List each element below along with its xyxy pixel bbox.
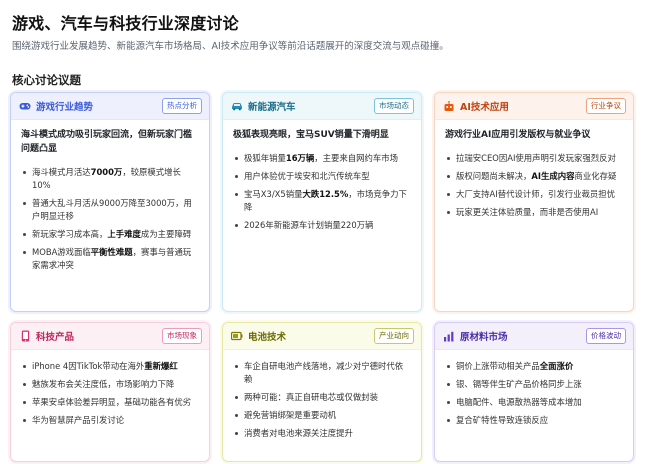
list-item: iPhone 4因TikTok带动在海外重新爆红: [21, 360, 199, 373]
card-headline: 游戏行业AI应用引发版权与就业争议: [445, 130, 591, 140]
card-header: 原材料市场 价格波动: [435, 323, 633, 350]
list-item: 华为智慧屏产品引发讨论: [21, 414, 199, 427]
list-item: 拉瑞安CEO因AI使用声明引发玩家强烈反对: [445, 152, 623, 165]
card-header: 新能源汽车 市场动态: [223, 93, 421, 120]
card-header: 科技产品 市场现象: [11, 323, 209, 350]
list-item: 用户体验优于埃安和北汽传统车型: [233, 170, 411, 183]
list-item: 玩家更关注体验质量，而非是否使用AI: [445, 206, 623, 219]
topic-card-raw-materials: 原材料市场 价格波动 铜价上涨带动相关产品全面涨价 银、镉等伴生矿产品价格同步上…: [434, 322, 634, 462]
robot-icon: [443, 100, 455, 112]
page-title: 游戏、汽车与科技行业深度讨论: [12, 14, 239, 33]
list-item: MOBA游戏面临平衡性难题，赛事与普通玩家需求冲突: [21, 246, 199, 272]
card-list: 极狐年销量16万辆，主要来自网约车市场 用户体验优于埃安和北汽传统车型 宝马X3…: [233, 152, 411, 232]
list-item: 新玩家学习成本高，上手难度成为主要障碍: [21, 228, 199, 241]
list-item: 复合矿特性导致连锁反应: [445, 414, 623, 427]
list-item: 海斗模式月活达7000万，较原模式增长10%: [21, 166, 199, 192]
gamepad-icon: [19, 100, 31, 112]
card-header: 电池技术 产业动向: [223, 323, 421, 350]
card-list: 海斗模式月活达7000万，较原模式增长10% 普通大乱斗月活从9000万降至30…: [21, 166, 199, 272]
list-item: 铜价上涨带动相关产品全面涨价: [445, 360, 623, 373]
card-tag: 市场现象: [162, 328, 202, 344]
card-title: 原材料市场: [460, 332, 508, 343]
card-title: 电池技术: [248, 332, 287, 343]
card-tag: 产业动向: [374, 328, 414, 344]
card-title: AI技术应用: [460, 102, 509, 113]
list-item: 普通大乱斗月活从9000万降至3000万，用户明显迁移: [21, 197, 199, 223]
car-icon: [231, 100, 243, 112]
list-item: 银、镉等伴生矿产品价格同步上涨: [445, 378, 623, 391]
topic-card-battery: 电池技术 产业动向 车企自研电池产线落地，减少对宁德时代依赖 两种可能：真正自研…: [222, 322, 422, 462]
list-item: 大厂支持AI替代设计师，引发行业裁员担忧: [445, 188, 623, 201]
card-headline: 海斗模式成功吸引玩家回流，但新玩家门槛问题凸显: [21, 130, 193, 154]
card-tag: 价格波动: [586, 328, 626, 344]
card-headline: 极狐表现亮眼，宝马SUV销量下滑明显: [233, 130, 389, 140]
card-header: AI技术应用 行业争议: [435, 93, 633, 120]
card-list: 铜价上涨带动相关产品全面涨价 银、镉等伴生矿产品价格同步上涨 电脑配件、电源散热…: [445, 360, 623, 427]
card-list: 车企自研电池产线落地，减少对宁德时代依赖 两种可能：真正自研电芯或仅做封装 避免…: [233, 360, 411, 440]
topic-card-tech-products: 科技产品 市场现象 iPhone 4因TikTok带动在海外重新爆红 魅族发布会…: [10, 322, 210, 462]
phone-icon: [19, 330, 31, 342]
section-title: 核心讨论议题: [12, 73, 81, 87]
topic-card-ev: 新能源汽车 市场动态 极狐表现亮眼，宝马SUV销量下滑明显 极狐年销量16万辆，…: [222, 92, 422, 312]
card-title: 新能源汽车: [248, 102, 296, 113]
card-title: 游戏行业趋势: [36, 102, 94, 113]
page-subtitle: 围绕游戏行业发展趋势、新能源汽车市场格局、AI技术应用争议等前沿话题展开的深度交…: [12, 41, 449, 52]
card-tag: 行业争议: [586, 98, 626, 114]
battery-icon: [231, 330, 243, 342]
list-item: 避免营销绑架是重要动机: [233, 409, 411, 422]
topic-card-ai: AI技术应用 行业争议 游戏行业AI应用引发版权与就业争议 拉瑞安CEO因AI使…: [434, 92, 634, 312]
list-item: 两种可能：真正自研电芯或仅做封装: [233, 391, 411, 404]
card-list: iPhone 4因TikTok带动在海外重新爆红 魅族发布会关注度低，市场影响力…: [21, 360, 199, 427]
list-item: 极狐年销量16万辆，主要来自网约车市场: [233, 152, 411, 165]
chart-icon: [443, 330, 455, 342]
card-title: 科技产品: [36, 332, 75, 343]
list-item: 电脑配件、电源散热器等成本增加: [445, 396, 623, 409]
card-header: 游戏行业趋势 热点分析: [11, 93, 209, 120]
card-tag: 市场动态: [374, 98, 414, 114]
list-item: 消费者对电池来源关注度提升: [233, 427, 411, 440]
card-list: 拉瑞安CEO因AI使用声明引发玩家强烈反对 版权问题尚未解决，AI生成内容商业化…: [445, 152, 623, 219]
list-item: 车企自研电池产线落地，减少对宁德时代依赖: [233, 360, 411, 386]
list-item: 魅族发布会关注度低，市场影响力下降: [21, 378, 199, 391]
list-item: 版权问题尚未解决，AI生成内容商业化存疑: [445, 170, 623, 183]
card-tag: 热点分析: [162, 98, 202, 114]
list-item: 苹果安卓体验差异明显，基础功能各有优劣: [21, 396, 199, 409]
topic-card-games: 游戏行业趋势 热点分析 海斗模式成功吸引玩家回流，但新玩家门槛问题凸显 海斗模式…: [10, 92, 210, 312]
list-item: 2026年新能源车计划销量220万辆: [233, 219, 411, 232]
list-item: 宝马X3/X5销量大跌12.5%，市场竞争力下降: [233, 188, 411, 214]
